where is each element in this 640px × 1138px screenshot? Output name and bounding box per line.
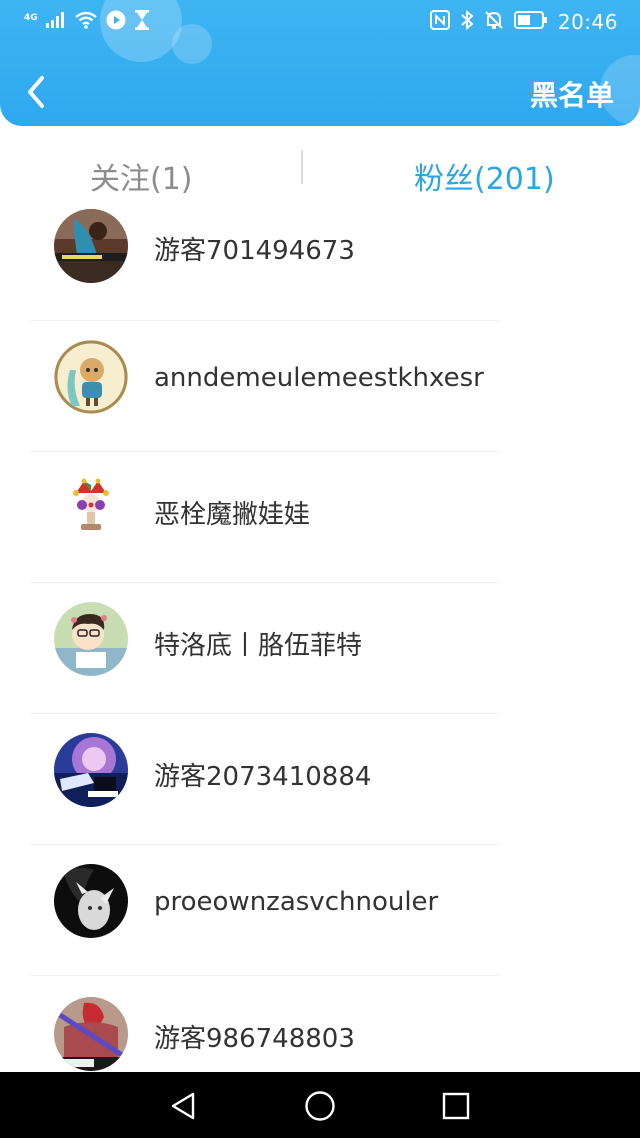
avatar[interactable]	[54, 864, 128, 938]
nav-recents-button[interactable]	[436, 1086, 476, 1126]
avatar[interactable]	[54, 602, 128, 676]
fan-name: 游客2073410884	[154, 762, 372, 792]
fan-name: 恶栓魔撇娃娃	[154, 500, 311, 530]
fan-name: 特洛底丨胳伍菲特	[154, 631, 363, 661]
status-left: 4G	[24, 10, 150, 34]
row-divider	[30, 844, 500, 845]
nfc-icon	[429, 10, 450, 34]
recents-square-icon	[442, 1092, 470, 1120]
battery-icon	[513, 10, 548, 34]
tab-follow[interactable]: 关注(1)	[90, 154, 193, 198]
fan-name: 游客701494673	[154, 236, 355, 266]
list-item[interactable]: 游客986748803	[0, 990, 640, 1072]
mute-icon	[484, 10, 504, 34]
fan-name: 游客986748803	[154, 1024, 355, 1054]
row-divider	[30, 582, 500, 583]
chevron-left-icon	[28, 76, 44, 108]
tab-bar: 关注(1) 粉丝(201)	[0, 140, 640, 204]
list-item[interactable]: 游客2073410884	[0, 728, 640, 859]
row-divider	[30, 320, 500, 321]
list-item[interactable]: 游客701494673	[0, 204, 640, 335]
back-triangle-icon	[171, 1092, 195, 1120]
status-right: 20:46	[429, 9, 618, 34]
wifi-icon	[74, 11, 98, 33]
avatar[interactable]	[54, 997, 128, 1071]
clock: 20:46	[557, 10, 618, 34]
home-circle-icon	[305, 1091, 335, 1121]
tab-fans[interactable]: 粉丝(201)	[414, 154, 555, 198]
avatar[interactable]	[54, 471, 128, 545]
fans-list: 游客701494673 anndemeulemeestkhxesr 恶栓魔撇娃娃…	[0, 204, 640, 1072]
avatar[interactable]	[54, 733, 128, 807]
row-divider	[30, 713, 500, 714]
avatar[interactable]	[54, 340, 128, 414]
avatar[interactable]	[54, 209, 128, 283]
list-item[interactable]: anndemeulemeestkhxesr	[0, 335, 640, 466]
back-button[interactable]	[18, 70, 54, 114]
list-item[interactable]: proeownzasvchnouler	[0, 859, 640, 990]
status-bar: 4G 20:46	[0, 0, 640, 44]
row-divider	[30, 975, 500, 976]
network-type: 4G	[24, 12, 38, 23]
fan-name: anndemeulemeestkhxesr	[154, 363, 484, 393]
tab-divider	[301, 150, 303, 184]
play-icon	[106, 10, 126, 34]
hourglass-icon	[134, 10, 150, 34]
list-item[interactable]: 特洛底丨胳伍菲特	[0, 597, 640, 728]
list-item[interactable]: 恶栓魔撇娃娃	[0, 466, 640, 597]
system-nav-bar	[0, 1072, 640, 1138]
nav-home-button[interactable]	[300, 1086, 340, 1126]
signal-icon	[45, 12, 66, 32]
nav-back-button[interactable]	[163, 1086, 203, 1126]
bluetooth-icon	[460, 9, 474, 34]
blacklist-button[interactable]: 黑名单	[530, 74, 614, 114]
row-divider	[30, 451, 500, 452]
app-header: 4G 20:46 黑名单	[0, 0, 640, 126]
fan-name: proeownzasvchnouler	[154, 887, 439, 917]
